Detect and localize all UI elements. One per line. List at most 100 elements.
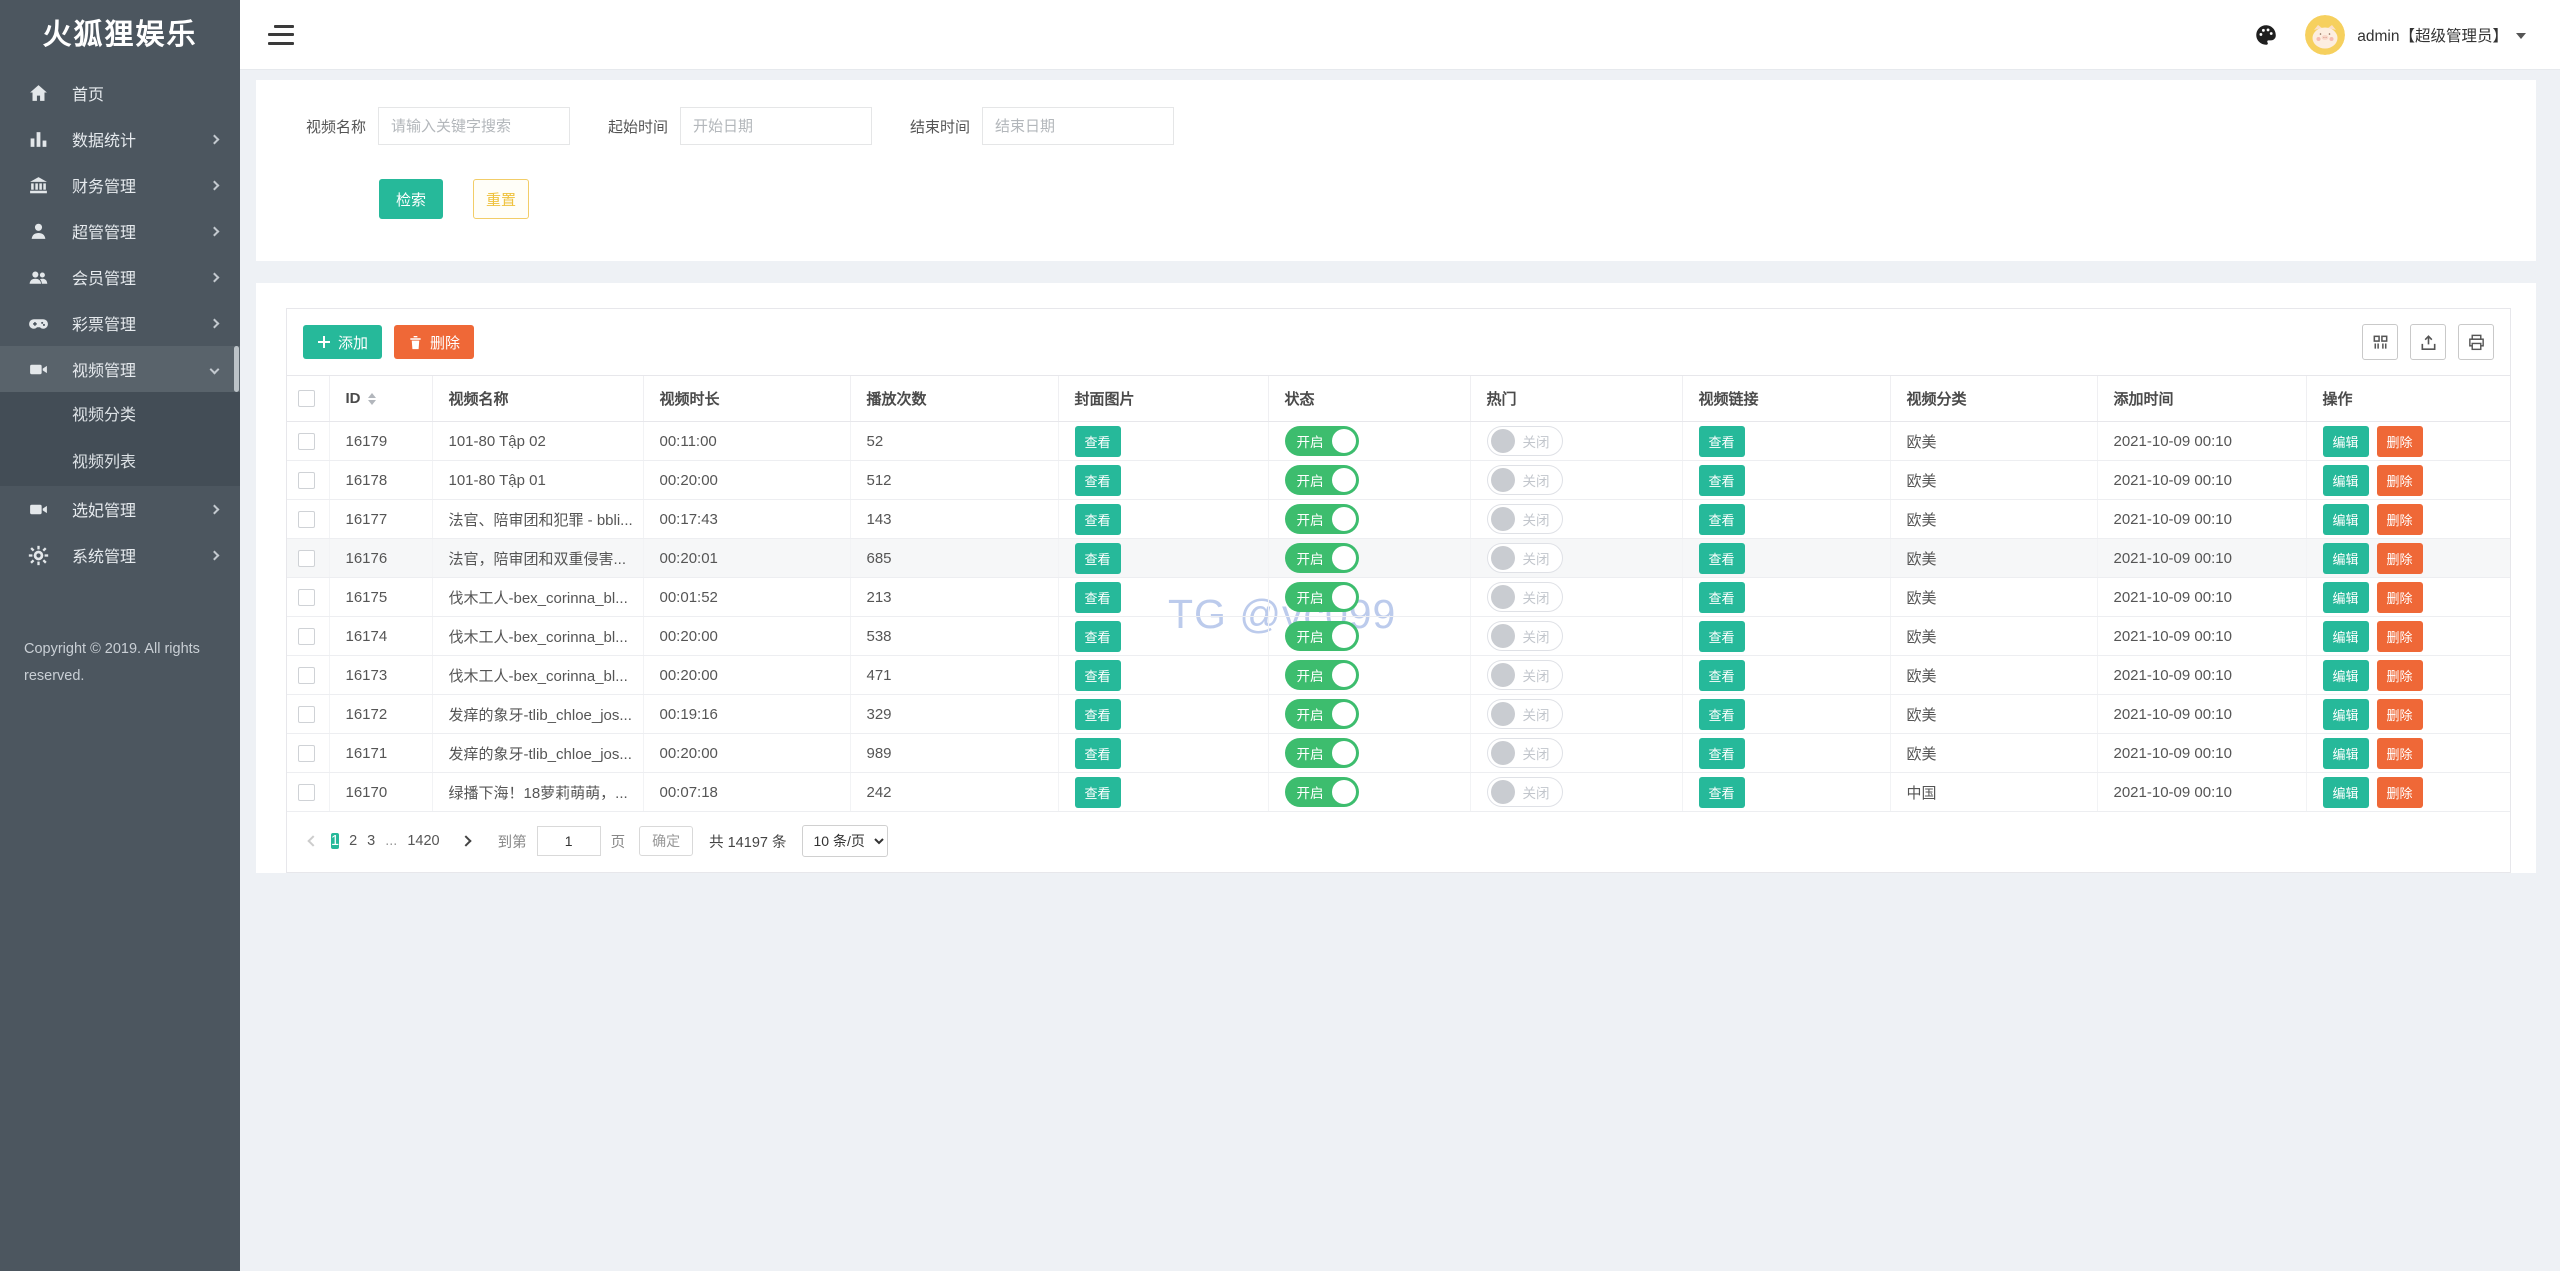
link-view-button[interactable]: 查看 — [1698, 542, 1745, 574]
edit-button[interactable]: 编辑 — [2322, 542, 2369, 574]
row-checkbox[interactable] — [298, 627, 315, 645]
delete-button[interactable]: 删除 — [2376, 737, 2423, 769]
hot-toggle[interactable]: 关闭 — [1486, 698, 1563, 729]
sidebar-item-2[interactable]: 财务管理 — [0, 162, 240, 208]
delete-button[interactable]: 删除 — [2376, 620, 2423, 652]
edit-button[interactable]: 编辑 — [2322, 581, 2369, 613]
print-icon[interactable] — [2458, 324, 2494, 360]
row-checkbox[interactable] — [298, 666, 315, 684]
status-toggle[interactable]: 开启 — [1284, 699, 1359, 729]
delete-button[interactable]: 删除 — [2376, 659, 2423, 691]
sidebar-item-5[interactable]: 彩票管理 — [0, 300, 240, 346]
sidebar-subitem[interactable]: 视频分类 — [0, 392, 240, 439]
cover-view-button[interactable]: 查看 — [1074, 776, 1121, 808]
status-toggle[interactable]: 开启 — [1284, 621, 1359, 651]
status-toggle[interactable]: 开启 — [1284, 582, 1359, 612]
prev-page-icon[interactable] — [303, 827, 323, 855]
delete-button[interactable]: 删除 — [2376, 698, 2423, 730]
video-name-input[interactable] — [378, 107, 571, 145]
edit-button[interactable]: 编辑 — [2322, 464, 2369, 496]
status-toggle[interactable]: 开启 — [1284, 777, 1359, 807]
sidebar-scrollbar[interactable] — [234, 346, 239, 392]
link-view-button[interactable]: 查看 — [1698, 659, 1745, 691]
status-toggle[interactable]: 开启 — [1284, 543, 1359, 573]
search-button[interactable]: 检索 — [379, 179, 443, 219]
cover-view-button[interactable]: 查看 — [1074, 659, 1121, 691]
goto-confirm-button[interactable]: 确定 — [639, 826, 694, 856]
delete-button[interactable]: 删除 — [2376, 464, 2423, 496]
hot-toggle[interactable]: 关闭 — [1486, 542, 1563, 573]
hot-toggle[interactable]: 关闭 — [1486, 737, 1563, 768]
hot-toggle[interactable]: 关闭 — [1486, 464, 1563, 495]
link-view-button[interactable]: 查看 — [1698, 620, 1745, 652]
cover-view-button[interactable]: 查看 — [1074, 425, 1121, 457]
user-menu[interactable]: admin【超级管理员】 — [2357, 24, 2526, 46]
cover-view-button[interactable]: 查看 — [1074, 542, 1121, 574]
goto-page-input[interactable] — [536, 826, 601, 856]
delete-button[interactable]: 删除 — [2376, 581, 2423, 613]
status-toggle[interactable]: 开启 — [1284, 738, 1359, 768]
end-date-input[interactable] — [982, 107, 1175, 145]
avatar[interactable] — [2305, 14, 2346, 55]
row-checkbox[interactable] — [298, 510, 315, 528]
sidebar-item-7[interactable]: 选妃管理 — [0, 486, 240, 532]
link-view-button[interactable]: 查看 — [1698, 737, 1745, 769]
page-button-3[interactable]: 3 — [367, 833, 375, 849]
status-toggle[interactable]: 开启 — [1284, 465, 1359, 495]
cover-view-button[interactable]: 查看 — [1074, 464, 1121, 496]
sidebar-item-6[interactable]: 视频管理 — [0, 346, 240, 392]
delete-button[interactable]: 删除 — [2376, 776, 2423, 808]
edit-button[interactable]: 编辑 — [2322, 620, 2369, 652]
select-all-checkbox[interactable] — [298, 390, 315, 407]
status-toggle[interactable]: 开启 — [1284, 504, 1359, 534]
theme-palette-icon[interactable] — [2253, 22, 2279, 48]
row-checkbox[interactable] — [298, 432, 315, 450]
link-view-button[interactable]: 查看 — [1698, 698, 1745, 730]
hot-toggle[interactable]: 关闭 — [1486, 581, 1563, 612]
hot-toggle[interactable]: 关闭 — [1486, 659, 1563, 690]
link-view-button[interactable]: 查看 — [1698, 776, 1745, 808]
page-button-1[interactable]: 1 — [331, 833, 340, 849]
row-checkbox[interactable] — [298, 744, 315, 762]
status-toggle[interactable]: 开启 — [1284, 426, 1359, 456]
menu-toggle-icon[interactable] — [268, 24, 294, 45]
link-view-button[interactable]: 查看 — [1698, 464, 1745, 496]
columns-icon[interactable] — [2362, 324, 2398, 360]
page-size-select[interactable]: 10 条/页 — [802, 825, 889, 857]
link-view-button[interactable]: 查看 — [1698, 581, 1745, 613]
edit-button[interactable]: 编辑 — [2322, 503, 2369, 535]
sidebar-item-0[interactable]: 首页 — [0, 70, 240, 116]
row-checkbox[interactable] — [298, 588, 315, 606]
row-checkbox[interactable] — [298, 783, 315, 801]
next-page-icon[interactable] — [456, 827, 476, 855]
edit-button[interactable]: 编辑 — [2322, 425, 2369, 457]
sidebar-item-1[interactable]: 数据统计 — [0, 116, 240, 162]
add-button[interactable]: 添加 — [303, 325, 383, 359]
cover-view-button[interactable]: 查看 — [1074, 737, 1121, 769]
hot-toggle[interactable]: 关闭 — [1486, 425, 1563, 456]
edit-button[interactable]: 编辑 — [2322, 698, 2369, 730]
sidebar-item-3[interactable]: 超管管理 — [0, 208, 240, 254]
export-icon[interactable] — [2410, 324, 2446, 360]
hot-toggle[interactable]: 关闭 — [1486, 503, 1563, 534]
cover-view-button[interactable]: 查看 — [1074, 503, 1121, 535]
link-view-button[interactable]: 查看 — [1698, 503, 1745, 535]
sidebar-subitem[interactable]: 视频列表 — [0, 439, 240, 486]
page-button-2[interactable]: 2 — [349, 833, 357, 849]
link-view-button[interactable]: 查看 — [1698, 425, 1745, 457]
row-checkbox[interactable] — [298, 549, 315, 567]
edit-button[interactable]: 编辑 — [2322, 659, 2369, 691]
hot-toggle[interactable]: 关闭 — [1486, 776, 1563, 807]
edit-button[interactable]: 编辑 — [2322, 776, 2369, 808]
bulk-delete-button[interactable]: 删除 — [394, 325, 475, 359]
sidebar-item-8[interactable]: 系统管理 — [0, 532, 240, 578]
row-checkbox[interactable] — [298, 471, 315, 489]
sort-icon[interactable] — [367, 393, 376, 406]
hot-toggle[interactable]: 关闭 — [1486, 620, 1563, 651]
cover-view-button[interactable]: 查看 — [1074, 698, 1121, 730]
reset-button[interactable]: 重置 — [473, 179, 529, 219]
cover-view-button[interactable]: 查看 — [1074, 581, 1121, 613]
status-toggle[interactable]: 开启 — [1284, 660, 1359, 690]
edit-button[interactable]: 编辑 — [2322, 737, 2369, 769]
sidebar-item-4[interactable]: 会员管理 — [0, 254, 240, 300]
